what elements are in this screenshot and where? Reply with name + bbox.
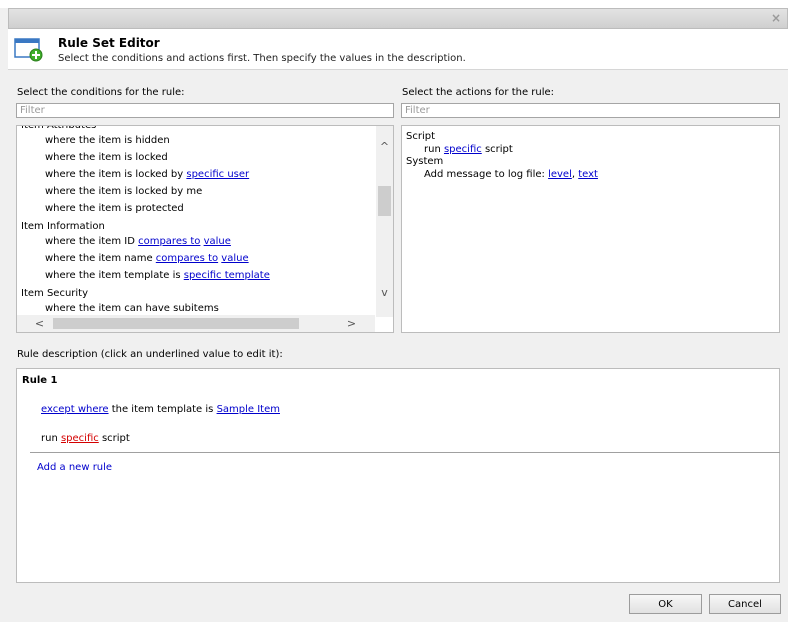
condition-item-text: where the item is locked bbox=[45, 152, 168, 163]
scroll-left-icon[interactable]: < bbox=[31, 315, 48, 332]
condition-item-text: where the item is protected bbox=[45, 203, 184, 214]
rule-condition-text: the item template is bbox=[108, 404, 217, 415]
window-top-strip bbox=[0, 0, 788, 8]
action-item-value-link[interactable]: specific bbox=[444, 144, 482, 155]
condition-item-value-link[interactable]: value bbox=[204, 236, 231, 247]
condition-item-text: where the item is hidden bbox=[45, 135, 170, 146]
condition-item[interactable]: where the item name compares to value bbox=[17, 250, 375, 267]
rule-condition-line: except where the item template is Sample… bbox=[41, 404, 280, 415]
condition-item-text: where the item template is bbox=[45, 270, 184, 281]
conditions-vscroll-thumb[interactable] bbox=[378, 186, 391, 216]
scroll-up-icon[interactable]: ^ bbox=[376, 138, 393, 155]
scroll-right-icon[interactable]: > bbox=[343, 315, 360, 332]
conditions-filter-input[interactable] bbox=[16, 103, 394, 118]
sample-item-link[interactable]: Sample Item bbox=[217, 404, 280, 415]
rule-description-box[interactable]: Rule 1 except where the item template is… bbox=[16, 368, 780, 583]
action-item[interactable]: Add message to log file: level, text bbox=[402, 168, 777, 181]
condition-item-text: where the item ID bbox=[45, 236, 139, 247]
ok-button[interactable]: OK bbox=[629, 594, 702, 614]
action-item-text: Add message to log file: bbox=[424, 169, 549, 180]
close-icon[interactable]: × bbox=[769, 11, 783, 25]
condition-item-value-link[interactable]: compares to bbox=[156, 253, 218, 264]
condition-item[interactable]: where the item is hidden bbox=[17, 132, 375, 149]
condition-item-text: where the item can have subitems bbox=[45, 303, 219, 314]
action-group-heading: System bbox=[406, 156, 444, 167]
conditions-list[interactable]: Item Attributes where the item is hidden w… bbox=[16, 125, 394, 333]
condition-item-text: where the item is locked by bbox=[45, 169, 187, 180]
condition-item[interactable]: where the item is locked by specific use… bbox=[17, 166, 375, 183]
dialog-subtitle: Select the conditions and actions first.… bbox=[58, 53, 466, 64]
action-group-heading: Script bbox=[406, 131, 436, 142]
condition-item-value-link[interactable]: specific template bbox=[184, 270, 270, 281]
condition-group-heading: Item Security bbox=[21, 288, 89, 299]
condition-item-value-link[interactable]: compares to bbox=[138, 236, 200, 247]
rule-action-prefix: run bbox=[41, 433, 61, 444]
dialog-title: Rule Set Editor bbox=[58, 36, 160, 50]
condition-item[interactable]: where the item template is specific temp… bbox=[17, 267, 375, 284]
rule-title: Rule 1 bbox=[22, 375, 58, 386]
cancel-button[interactable]: Cancel bbox=[709, 594, 781, 614]
conditions-horizontal-scrollbar[interactable]: < > bbox=[17, 315, 375, 332]
conditions-hscroll-thumb[interactable] bbox=[53, 318, 299, 329]
specific-script-link[interactable]: specific bbox=[61, 433, 99, 444]
condition-item[interactable]: where the item is locked by me bbox=[17, 183, 375, 200]
rule-action-suffix: script bbox=[98, 433, 130, 444]
actions-filter-input[interactable] bbox=[401, 103, 780, 118]
actions-list[interactable]: Script run specific script System Add messa… bbox=[401, 125, 780, 333]
dialog-header: Rule Set Editor Select the conditions an… bbox=[8, 29, 788, 70]
action-item[interactable]: run specific script bbox=[402, 143, 777, 156]
description-label: Rule description (click an underlined va… bbox=[17, 349, 283, 360]
condition-item[interactable]: where the item ID compares to value bbox=[17, 233, 375, 250]
add-new-rule-link[interactable]: Add a new rule bbox=[37, 462, 112, 473]
condition-item-text: where the item is locked by me bbox=[45, 186, 203, 197]
condition-item-value-link[interactable]: specific user bbox=[186, 169, 249, 180]
condition-item-text: where the item name bbox=[45, 253, 156, 264]
actions-label: Select the actions for the rule: bbox=[402, 87, 555, 98]
condition-item-value-link[interactable]: value bbox=[221, 253, 248, 264]
action-item-text: script bbox=[481, 144, 513, 155]
dialog-titlebar[interactable]: × bbox=[8, 8, 788, 29]
action-item-value-link[interactable]: text bbox=[578, 169, 598, 180]
conditions-label: Select the conditions for the rule: bbox=[17, 87, 185, 98]
condition-group-heading: Item Information bbox=[21, 221, 105, 232]
rule-action-line: run specific script bbox=[41, 433, 130, 444]
conditions-vertical-scrollbar[interactable]: ^ v bbox=[376, 126, 393, 317]
scroll-down-icon[interactable]: v bbox=[376, 284, 393, 301]
rule-set-editor-icon bbox=[14, 38, 43, 62]
condition-group-heading: Item Attributes bbox=[21, 125, 97, 131]
action-item-value-link[interactable]: level bbox=[548, 169, 572, 180]
condition-item[interactable]: where the item is protected bbox=[17, 200, 375, 217]
action-item-text: run bbox=[424, 144, 444, 155]
condition-item[interactable]: where the item is locked bbox=[17, 149, 375, 166]
rule-divider bbox=[30, 452, 780, 453]
except-where-link[interactable]: except where bbox=[41, 404, 109, 415]
